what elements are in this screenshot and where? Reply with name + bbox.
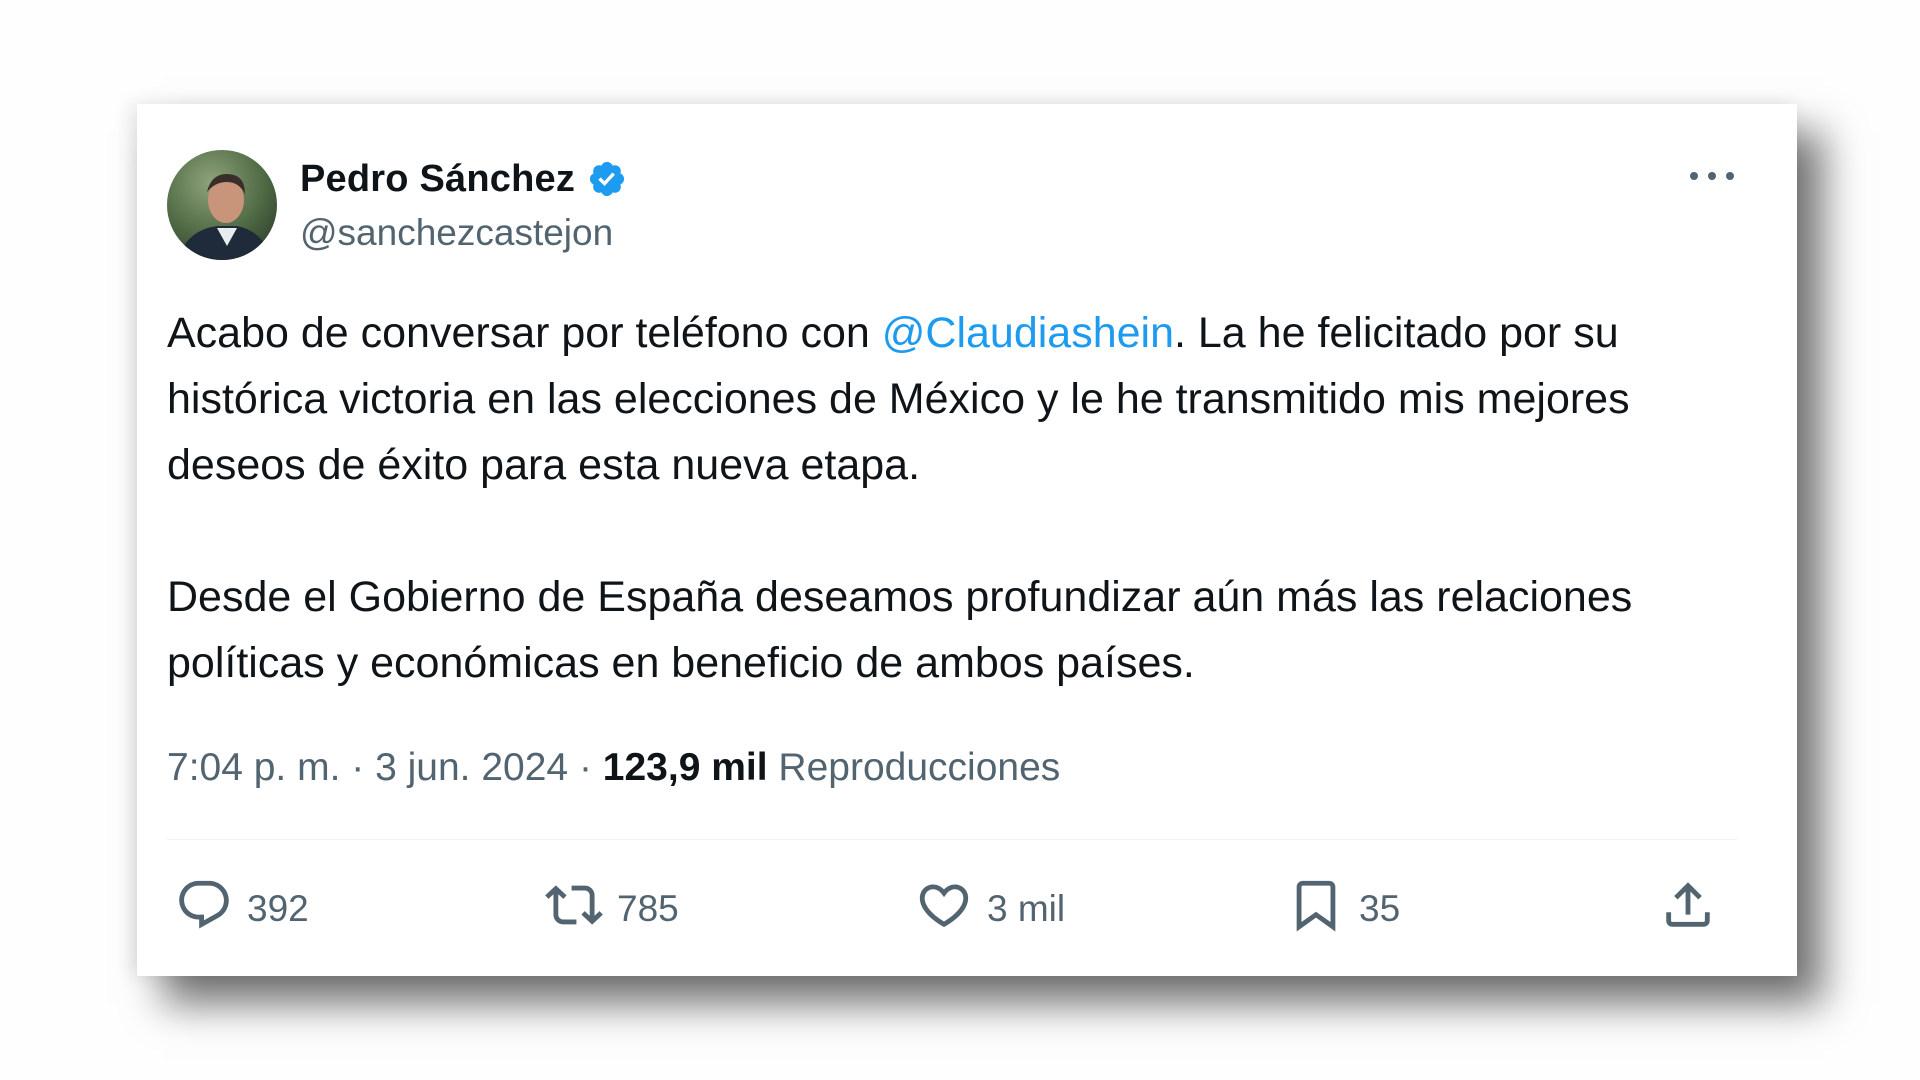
tweet-paragraph-1: Acabo de conversar por teléfono con @Cla… xyxy=(167,300,1747,498)
like-count: 3 mil xyxy=(987,888,1066,929)
like-button[interactable]: 3 mil xyxy=(915,874,1065,944)
bookmark-button[interactable]: 35 xyxy=(1287,874,1400,944)
views-count[interactable]: 123,9 mil xyxy=(603,746,768,789)
bookmark-count: 35 xyxy=(1359,888,1401,929)
views-label[interactable]: Reproducciones xyxy=(778,746,1060,789)
reply-icon xyxy=(175,876,233,943)
bookmark-icon xyxy=(1287,876,1345,943)
tweet-paragraph-2: Desde el Gobierno de España deseamos pro… xyxy=(167,573,1633,687)
reply-button[interactable]: 392 xyxy=(175,874,309,944)
avatar[interactable] xyxy=(167,150,277,260)
repost-button[interactable]: 785 xyxy=(545,874,679,944)
tweet-text-before-mention: Acabo de conversar por teléfono con xyxy=(167,309,882,357)
meta-separator: · xyxy=(340,746,376,789)
divider xyxy=(167,839,1737,840)
more-dot xyxy=(1708,172,1716,180)
tweet-date[interactable]: 3 jun. 2024 xyxy=(375,746,568,789)
more-dot xyxy=(1690,172,1698,180)
author-handle[interactable]: @sanchezcastejon xyxy=(300,212,613,254)
meta-separator: · xyxy=(568,746,603,789)
tweet-time[interactable]: 7:04 p. m. xyxy=(167,746,340,789)
tweet-text: Acabo de conversar por teléfono con @Cla… xyxy=(167,300,1747,696)
more-dot xyxy=(1726,172,1734,180)
author-name-row: Pedro Sánchez xyxy=(300,156,627,202)
repost-count: 785 xyxy=(617,888,679,929)
verified-badge-icon[interactable] xyxy=(587,159,627,199)
tweet-card: Pedro Sánchez @sanchezcastejon Acabo de … xyxy=(137,104,1797,976)
reply-count: 392 xyxy=(247,888,309,929)
tweet-meta: 7:04 p. m. · 3 jun. 2024 · 123,9 mil Rep… xyxy=(167,746,1060,790)
repost-icon xyxy=(545,876,603,943)
share-icon xyxy=(1659,876,1717,943)
action-bar: 392 785 3 mil 35 xyxy=(137,874,1797,944)
more-icon[interactable] xyxy=(1690,164,1734,188)
share-button[interactable] xyxy=(1659,874,1717,944)
like-icon xyxy=(915,876,973,943)
mention-link[interactable]: @Claudiashein xyxy=(882,309,1174,357)
screenshot-stage: Pedro Sánchez @sanchezcastejon Acabo de … xyxy=(0,0,1920,1080)
author-display-name[interactable]: Pedro Sánchez xyxy=(300,158,575,201)
